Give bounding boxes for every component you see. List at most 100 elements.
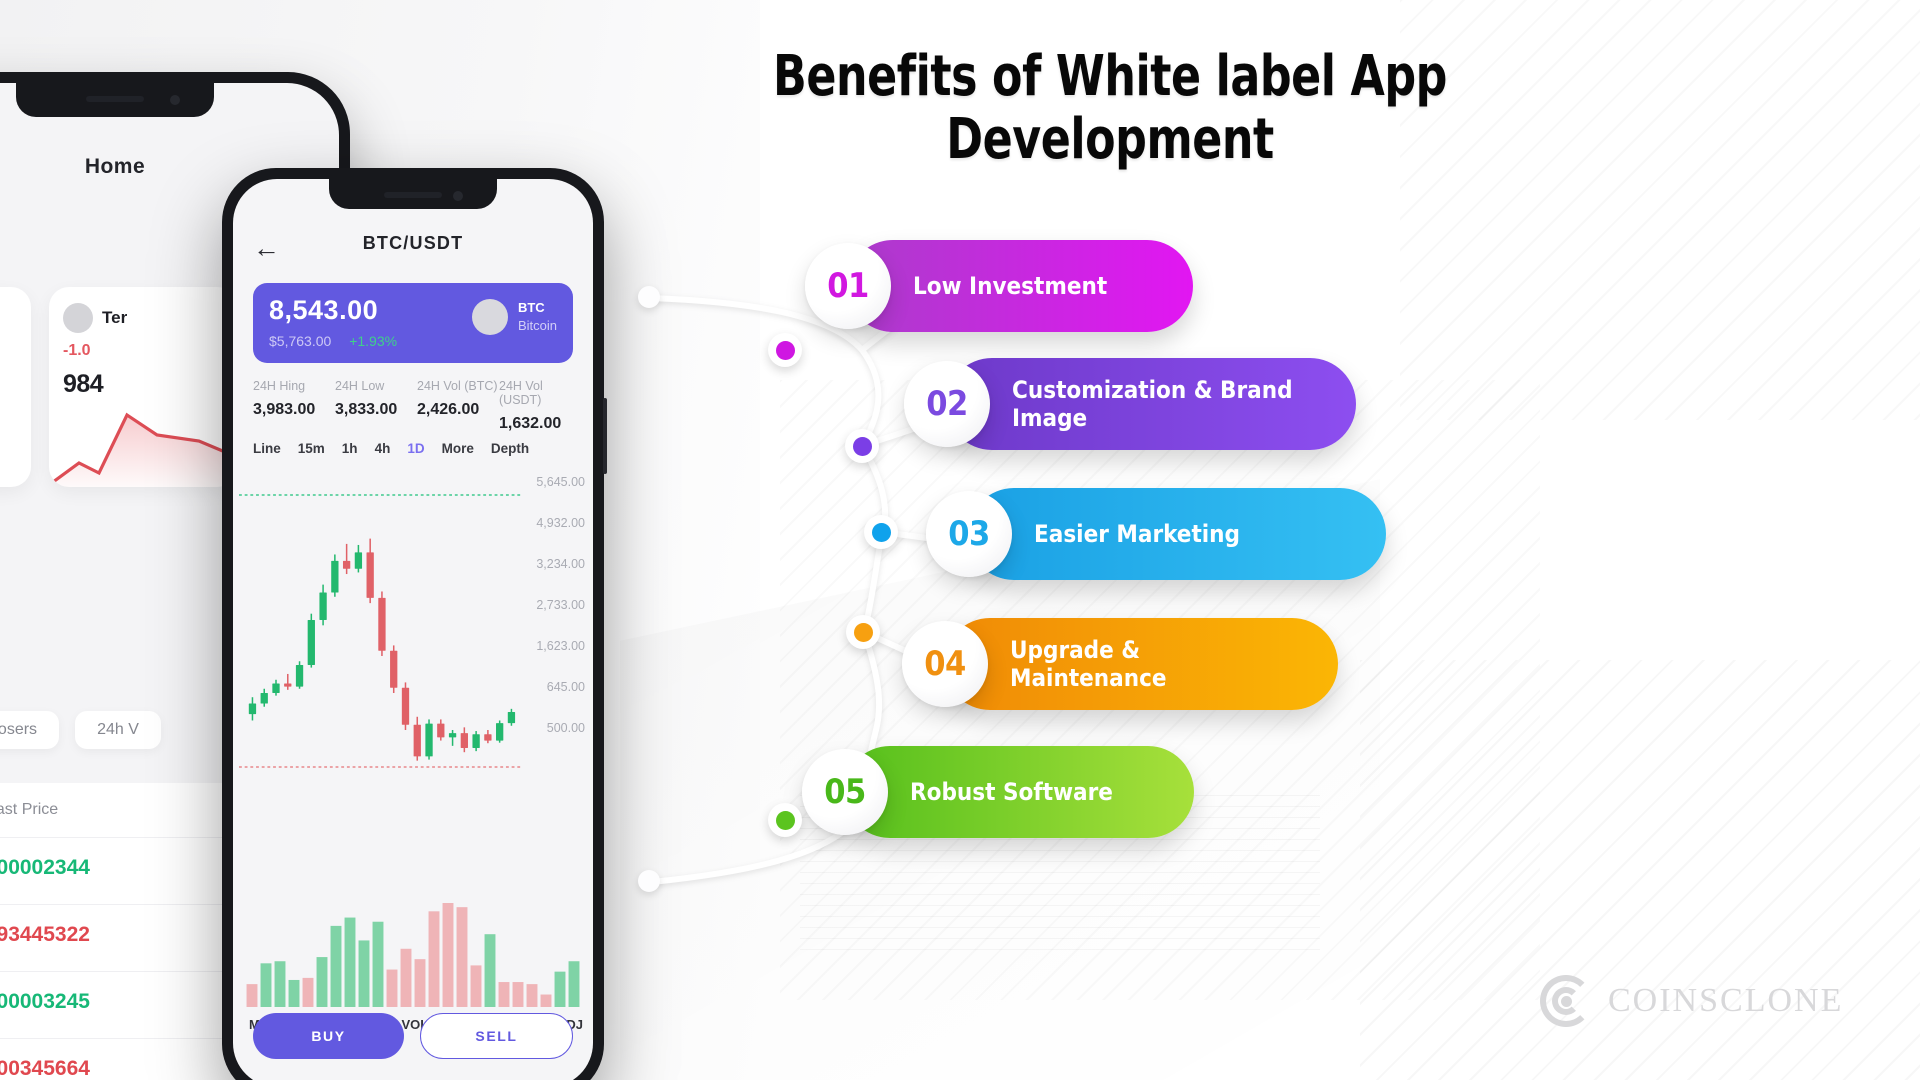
coin-symbol: BTC (517, 300, 545, 316)
price-axis-tick: 1,623.00 (536, 639, 585, 653)
row-price: 0.93445322 (0, 923, 90, 946)
tab-4h[interactable]: 4h (375, 441, 391, 456)
buy-button[interactable]: BUY (253, 1013, 404, 1059)
bitcoin-logo-icon (471, 299, 508, 335)
price-axis-tick: 2,733.00 (536, 598, 585, 612)
connector-node-02 (845, 429, 879, 463)
power-button-icon (603, 398, 607, 474)
stat-label: 24H Hing (253, 379, 306, 393)
price-secondary-line: $5,763.00 +1.93% (269, 333, 557, 349)
stat-label: 24H Vol (BTC) (417, 379, 498, 393)
trading-header: ← BTC/USDT (233, 233, 593, 269)
tab-1h[interactable]: 1h (342, 441, 358, 456)
front-camera-icon (170, 95, 180, 105)
benefit-item-04[interactable]: 04 Upgrade & Maintenance (902, 618, 1338, 710)
coin-card-value: 984 (63, 370, 104, 398)
price-axis-tick: 500.00 (546, 721, 585, 735)
front-camera-icon (453, 191, 463, 201)
coin-card[interactable]: Ter -1.0 984 (49, 287, 237, 487)
benefit-item-01[interactable]: 01 Low Investment (805, 240, 1193, 332)
arrow-left-icon[interactable]: ← (253, 235, 280, 262)
benefit-label-05: Robust Software (844, 746, 1194, 838)
sell-button[interactable]: SELL (420, 1013, 573, 1059)
coinsclone-logo: COINSCLONE (1540, 975, 1843, 1027)
price-axis: 5,645.00 4,932.00 3,234.00 2,733.00 1,623.00… (505, 467, 585, 907)
benefits-infographic: 01 Low Investment 02 Customization & Bra… (630, 210, 1920, 1070)
row-price: 0.00003245 (0, 990, 90, 1013)
page-title-line-1: Benefits of White label App (773, 44, 1447, 109)
price-axis-tick: 3,234.00 (536, 557, 585, 571)
price-axis-tick: 5,645.00 (536, 475, 585, 489)
coinsclone-ring-logo-icon (1540, 975, 1592, 1027)
tab-line[interactable]: Line (253, 441, 281, 456)
benefit-label-02: Customization & Brand Image (946, 358, 1356, 450)
filter-chip-losers[interactable]: Losers (0, 711, 60, 749)
connector-node-01 (768, 333, 802, 367)
benefit-label-04: Upgrade & Maintenance (944, 618, 1338, 710)
phone-notch (16, 83, 214, 117)
benefit-label-03: Easier Marketing (968, 488, 1386, 580)
stat-24h-vol-usdt: 24H Vol (USDT) 1,632.00 (499, 379, 581, 433)
row-price: 0.00002344 (0, 856, 90, 879)
speaker-grille-icon (86, 96, 144, 102)
tab-more[interactable]: More (442, 441, 474, 456)
coin-card-change: +12.9% (0, 332, 17, 350)
coin-card-sparkline-down (49, 412, 237, 487)
stat-value: 3,983.00 (253, 401, 316, 418)
phone-mockup-trading: ← BTC/USDT 8,543.00 $5,763.00 +1.93% BTC… (222, 168, 607, 1080)
tab-depth[interactable]: Depth (491, 441, 529, 456)
speaker-grille-icon (384, 192, 442, 198)
candlestick-plot (239, 494, 523, 768)
stat-24h-low: 24H Low 3,833.00 (335, 379, 417, 433)
coin-card-change: -1.0 (63, 342, 91, 359)
trading-screen: ← BTC/USDT 8,543.00 $5,763.00 +1.93% BTC… (233, 179, 593, 1080)
coin-card[interactable]: Bitcoin +12.9% 983.00 (0, 287, 31, 487)
column-header-last-price: Last Price (0, 801, 59, 818)
volume-bars (246, 903, 580, 1007)
page-title-line-2: Development (946, 106, 1274, 172)
coin-name: Bitcoin (517, 318, 557, 333)
stat-24h-high: 24H Hing 3,983.00 (253, 379, 335, 433)
benefit-item-02[interactable]: 02 Customization & Brand Image (904, 358, 1356, 450)
connector-node-04 (846, 615, 880, 649)
brand-name: COINSCLONE (1608, 982, 1844, 1019)
home-coin-cards: Bitcoin +12.9% 983.00 Ter -1.0 (0, 287, 237, 487)
tab-1d[interactable]: 1D (407, 441, 424, 456)
coin-card-value: 983.00 (0, 360, 17, 389)
trading-pair-title: BTC/USDT (362, 233, 464, 253)
stat-value: 1,632.00 (499, 415, 562, 432)
chart-timeframe-tabs: Line 15m 1h 4h 1D More Depth (253, 441, 581, 456)
benefit-item-05[interactable]: 05 Robust Software (802, 746, 1194, 838)
connector-endcap-top (638, 286, 660, 308)
volume-chart (245, 897, 581, 1007)
benefit-number-03: 03 (926, 491, 1012, 577)
market-stats-row: 24H Hing 3,983.00 24H Low 3,833.00 24H V… (253, 379, 581, 433)
stat-value: 2,426.00 (417, 401, 480, 418)
coin-card-sparkline-up (0, 401, 31, 487)
stat-24h-vol-btc: 24H Vol (BTC) 2,426.00 (417, 379, 499, 433)
connector-node-03 (864, 515, 898, 549)
price-axis-tick: 4,932.00 (536, 516, 585, 530)
benefit-number-02: 02 (904, 361, 990, 447)
stat-label: 24H Vol (USDT) (499, 379, 543, 407)
connector-node-05 (768, 803, 802, 837)
connector-endcap-bottom (638, 870, 660, 892)
coin-card-name: Ter (102, 308, 128, 327)
price-change-pct: +1.93% (349, 333, 398, 349)
candlestick-chart[interactable]: 5,645.00 4,932.00 3,234.00 2,733.00 1,623.00… (233, 467, 593, 907)
benefit-number-04: 04 (902, 621, 988, 707)
benefit-number-01: 01 (805, 243, 891, 329)
stat-value: 3,833.00 (335, 401, 398, 418)
benefit-label-01: Low Investment (847, 240, 1193, 332)
price-summary-card: 8,543.00 $5,763.00 +1.93% BTC Bitcoin (253, 283, 573, 363)
stat-label: 24H Low (335, 379, 385, 393)
phone-notch (329, 179, 497, 209)
benefit-item-03[interactable]: 03 Easier Marketing (926, 488, 1386, 580)
coin-logo-icon (63, 303, 93, 333)
trade-actions: BUY SELL (253, 1013, 573, 1059)
benefit-number-05: 05 (802, 749, 888, 835)
filter-chip-24h-volume[interactable]: 24h V (75, 711, 161, 749)
tab-15m[interactable]: 15m (298, 441, 325, 456)
price-axis-tick: 645.00 (546, 680, 585, 694)
price-usd: $5,763.00 (269, 333, 332, 349)
